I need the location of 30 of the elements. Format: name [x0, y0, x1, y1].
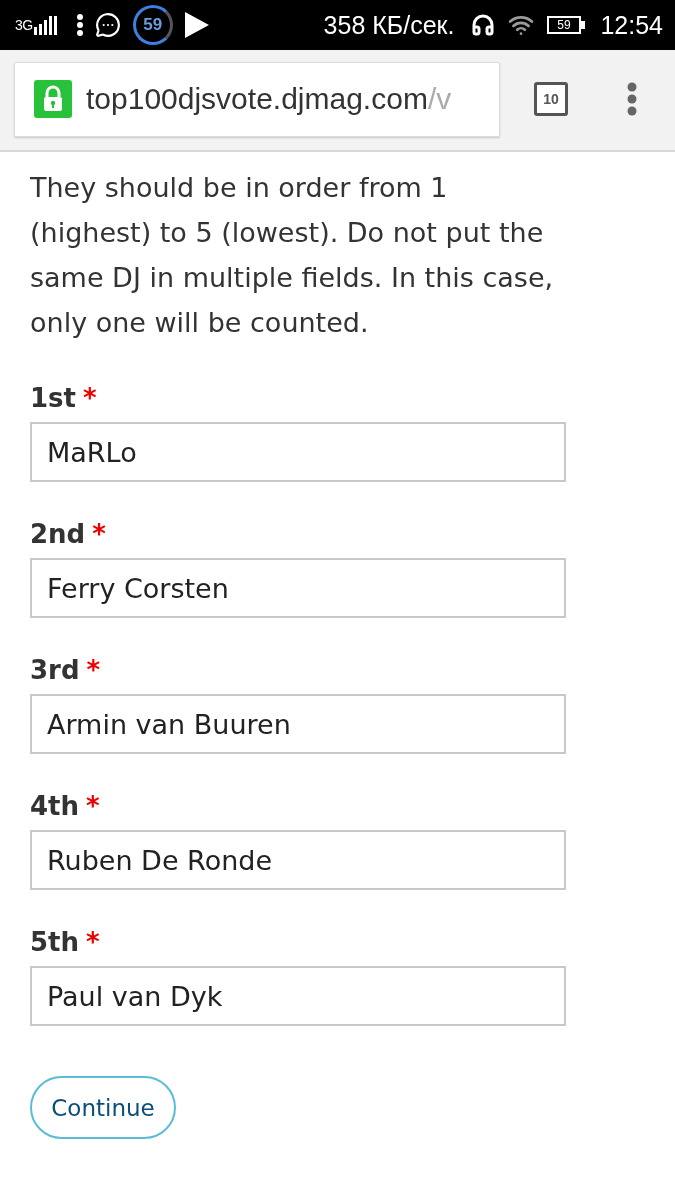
required-mark: *: [83, 382, 97, 415]
continue-button[interactable]: Continue: [30, 1076, 176, 1139]
network-type-label: 3G: [15, 17, 33, 33]
required-mark: *: [86, 790, 100, 823]
instructions-text: They should be in order from 1 (highest) to 5 (lowest). Do not put the same DJ in multiple fields. In this case, only one will be counted.: [30, 171, 554, 340]
dj-input-field[interactable]: MaRLo: [30, 422, 566, 482]
dj-input-field[interactable]: Armin van Buuren: [30, 694, 566, 754]
required-mark: *: [86, 926, 100, 959]
clock-time: 12:54: [600, 10, 663, 40]
field-label: 4th: [30, 790, 80, 823]
field-label: 1st: [30, 382, 76, 415]
chat-bubble-icon: [94, 12, 121, 38]
dots-icon: [76, 14, 83, 36]
signal-icon: [33, 15, 57, 35]
headphones-icon: [471, 13, 496, 37]
download-speed: 358 КБ/сек.: [323, 10, 455, 40]
dj-input-field[interactable]: Ferry Corsten: [30, 558, 566, 618]
tab-switcher-button[interactable]: 10: [534, 82, 568, 116]
field-label: 3rd: [30, 654, 80, 687]
battery-indicator: 59: [547, 16, 586, 34]
dj-input-field[interactable]: Paul van Dyk: [30, 966, 566, 1026]
notification-badge: 59: [132, 5, 173, 45]
required-mark: *: [86, 654, 101, 687]
play-icon: [184, 12, 209, 38]
field-label: 2nd: [30, 518, 86, 551]
required-mark: *: [92, 518, 106, 551]
address-bar[interactable]: top100djsvote.djmag.com/v: [14, 61, 500, 137]
dj-input-field[interactable]: Ruben De Ronde: [30, 830, 566, 890]
field-label: 5th: [30, 926, 80, 959]
menu-icon[interactable]: [626, 82, 638, 116]
